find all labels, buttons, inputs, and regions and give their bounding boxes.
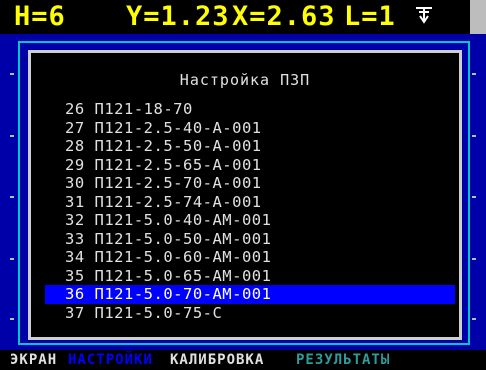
scale-tick xyxy=(10,135,14,137)
scale-tick xyxy=(472,196,476,198)
status-l: L=1 xyxy=(344,1,396,32)
list-item[interactable]: 36 П121-5.0-70-АМ-001 xyxy=(45,285,455,304)
dialog-title: Настройка ПЗП xyxy=(179,71,311,89)
list-item[interactable]: 29 П121-2.5-65-А-001 xyxy=(45,156,455,175)
menu-screen[interactable]: ЭКРАН xyxy=(10,351,57,369)
list-item[interactable]: 28 П121-2.5-50-А-001 xyxy=(45,137,455,156)
list-item[interactable]: 26 П121-18-70 xyxy=(45,100,455,119)
list-item[interactable]: 33 П121-5.0-50-АМ-001 xyxy=(45,230,455,249)
scale-tick xyxy=(472,135,476,137)
menu-calibration[interactable]: КАЛИБРОВКА xyxy=(170,351,264,369)
list-item[interactable]: 34 П121-5.0-60-АМ-001 xyxy=(45,248,455,267)
list-item[interactable]: 35 П121-5.0-65-АМ-001 xyxy=(45,267,455,286)
scale-tick xyxy=(10,258,14,260)
grounding-arrow-icon xyxy=(416,7,432,24)
menu-settings[interactable]: НАСТРОЙКИ xyxy=(68,351,153,369)
scale-tick xyxy=(472,73,476,75)
preset-list[interactable]: 26 П121-18-70 27 П121-2.5-40-А-001 28 П121… xyxy=(45,100,455,322)
menu-results[interactable]: РЕЗУЛЬТАТЫ xyxy=(296,351,390,369)
list-item[interactable]: 32 П121-5.0-40-АМ-001 xyxy=(45,211,455,230)
settings-dialog: Настройка ПЗП 26 П121-18-70 27 П121-2.5-4… xyxy=(28,50,462,340)
scale-tick xyxy=(472,258,476,260)
status-y: Y=1.23 xyxy=(126,1,230,32)
status-x: X=2.63 xyxy=(232,1,336,32)
scale-tick xyxy=(10,73,14,75)
list-item[interactable]: 27 П121-2.5-40-А-001 xyxy=(45,119,455,138)
list-item[interactable]: 30 П121-2.5-70-А-001 xyxy=(45,174,455,193)
menu-bar: ЭКРАН НАСТРОЙКИ КАЛИБРОВКА РЕЗУЛЬТАТЫ xyxy=(0,350,486,370)
status-h: H=6 xyxy=(14,1,66,32)
status-bar: H=6 Y=1.23 X=2.63 L=1 xyxy=(0,0,486,34)
scale-tick xyxy=(10,318,14,320)
list-item[interactable]: 31 П121-2.5-74-А-001 xyxy=(45,193,455,212)
status-scroll-edge xyxy=(470,0,486,34)
list-item[interactable]: 37 П121-5.0-75-С xyxy=(45,304,455,323)
scale-tick xyxy=(472,318,476,320)
scale-tick xyxy=(10,196,14,198)
